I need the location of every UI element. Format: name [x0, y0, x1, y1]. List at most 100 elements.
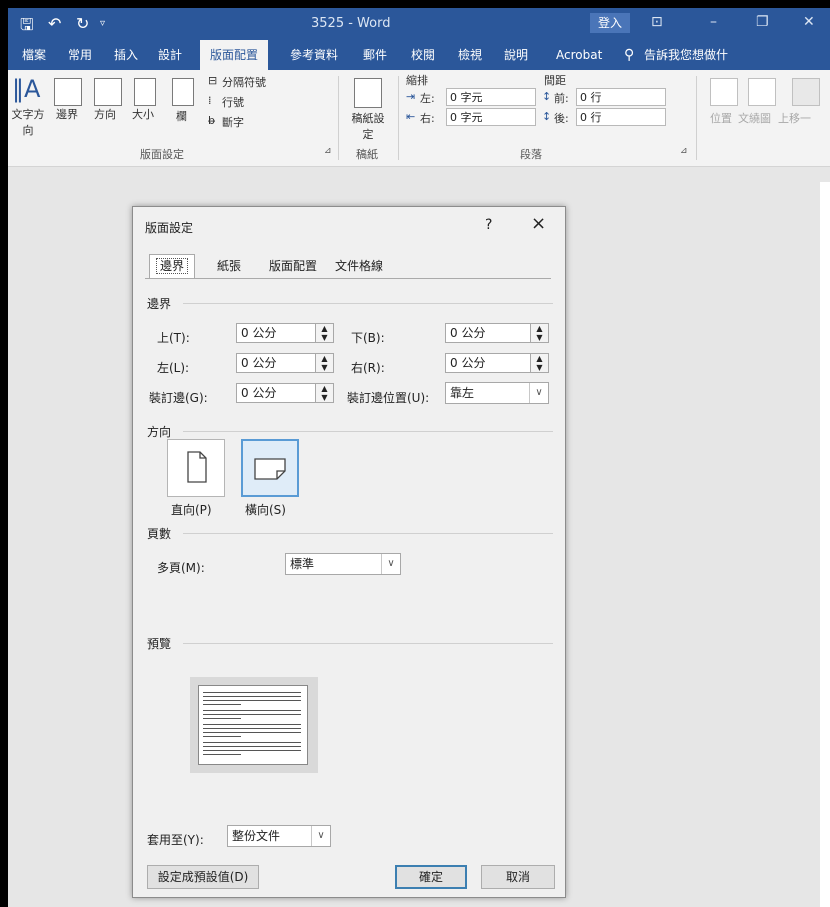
orientation-button[interactable]: 方向	[94, 106, 116, 122]
spacing-label: 間距	[544, 74, 566, 87]
bottom-margin-field[interactable]: 0 公分 ▲ ▼	[445, 323, 549, 343]
tab-file[interactable]: 檔案	[22, 40, 46, 70]
top-margin-label: 上(T):	[157, 331, 190, 345]
position-button[interactable]: 位置	[710, 110, 732, 126]
margins-icon[interactable]	[54, 78, 82, 106]
help-icon[interactable]: ?	[485, 217, 492, 233]
apply-to-select[interactable]: 整份文件 ∨	[227, 825, 331, 847]
preview-line	[203, 732, 301, 733]
ok-button[interactable]: 確定	[395, 865, 467, 889]
right-margin-field[interactable]: 0 公分 ▲ ▼	[445, 353, 549, 373]
tab-view[interactable]: 檢視	[458, 40, 482, 70]
cancel-button[interactable]: 取消	[481, 865, 555, 889]
preview-line	[203, 750, 301, 751]
preview-thumbnail	[190, 677, 318, 773]
spinner-icon[interactable]: ▲ ▼	[315, 354, 333, 372]
paragraph-launcher-icon[interactable]: ⊿	[680, 146, 688, 156]
portrait-page-icon	[187, 451, 207, 483]
space-after-label: 後:	[554, 112, 569, 125]
tab-paper[interactable]: 紙張	[211, 255, 247, 277]
close-icon[interactable]: ×	[531, 213, 546, 234]
preview-page	[198, 685, 308, 765]
wrap-text-button[interactable]: 文繞圖	[738, 110, 771, 126]
tab-baseline	[145, 278, 551, 279]
preview-line	[203, 696, 301, 697]
wrap-text-icon[interactable]	[748, 78, 776, 106]
document-page-edge	[820, 182, 830, 907]
chevron-down-icon: ∨	[529, 383, 548, 403]
gutter-position-select[interactable]: 靠左 ∨	[445, 382, 549, 404]
indent-right-spinner[interactable]: 0 字元	[446, 108, 536, 126]
spinner-icon[interactable]: ▲ ▼	[315, 384, 333, 402]
word-window: 🖫 ↶ ↻ ▿ 3525 - Word 登入 ⊡ – ❐ ✕ 檔案 常用 插入 …	[8, 8, 830, 907]
tab-document-grid[interactable]: 文件格線	[329, 255, 389, 277]
size-icon[interactable]	[134, 78, 156, 106]
tab-mailings[interactable]: 郵件	[363, 40, 387, 70]
spinner-icon[interactable]: ▲ ▼	[530, 324, 548, 342]
lightbulb-icon: ⚲	[624, 47, 635, 63]
signin-button[interactable]: 登入	[590, 13, 630, 33]
save-icon[interactable]: 🖫	[20, 14, 34, 41]
redo-icon[interactable]: ↻	[76, 14, 89, 33]
multiple-pages-label: 多頁(M):	[157, 561, 205, 575]
columns-button[interactable]: 欄	[176, 108, 187, 124]
tab-references[interactable]: 參考資料	[290, 40, 338, 70]
bottom-margin-label: 下(B):	[351, 331, 385, 345]
tab-home[interactable]: 常用	[68, 40, 92, 70]
group-divider	[183, 533, 553, 534]
space-after-spinner[interactable]: 0 行	[576, 108, 666, 126]
restore-icon[interactable]: ❐	[756, 14, 769, 30]
set-default-button[interactable]: 設定成預設值(D)	[147, 865, 259, 889]
tab-margins[interactable]: 邊界	[149, 254, 196, 279]
ribbon-display-icon[interactable]: ⊡	[651, 14, 663, 30]
tab-layout[interactable]: 版面配置	[263, 255, 323, 277]
group-divider	[183, 643, 553, 644]
page-setup-launcher-icon[interactable]: ⊿	[324, 146, 332, 156]
ribbon-separator	[696, 76, 697, 160]
position-icon[interactable]	[710, 78, 738, 106]
undo-icon[interactable]: ↶	[48, 14, 61, 33]
orientation-icon[interactable]	[94, 78, 122, 106]
columns-icon[interactable]	[172, 78, 194, 106]
draft-button[interactable]: 稿紙設定	[348, 110, 388, 142]
right-margin-label: 右(R):	[351, 361, 385, 375]
multiple-pages-select[interactable]: 標準 ∨	[285, 553, 401, 575]
preview-line	[203, 728, 301, 729]
spinner-icon[interactable]: ▲ ▼	[530, 354, 548, 372]
left-margin-field[interactable]: 0 公分 ▲ ▼	[236, 353, 334, 373]
tab-help[interactable]: 說明	[504, 40, 528, 70]
tab-insert[interactable]: 插入	[114, 40, 138, 70]
bring-forward-icon[interactable]	[792, 78, 820, 106]
gutter-label: 裝訂邊(G):	[149, 391, 208, 405]
spinner-icon[interactable]: ▲ ▼	[315, 324, 333, 342]
close-icon[interactable]: ✕	[803, 14, 815, 30]
space-after-icon: ↕	[542, 110, 552, 123]
text-direction-icon[interactable]: ‖A	[12, 76, 40, 102]
space-before-spinner[interactable]: 0 行	[576, 88, 666, 106]
landscape-option[interactable]	[241, 439, 299, 497]
tab-review[interactable]: 校閱	[411, 40, 435, 70]
line-numbers-button[interactable]: 行號	[222, 94, 244, 110]
space-after-value: 0 行	[580, 111, 602, 124]
draft-icon[interactable]	[354, 78, 382, 108]
bring-forward-button[interactable]: 上移一	[778, 110, 811, 126]
portrait-option[interactable]	[167, 439, 225, 497]
indent-left-spinner[interactable]: 0 字元	[446, 88, 536, 106]
top-margin-field[interactable]: 0 公分 ▲ ▼	[236, 323, 334, 343]
margins-button[interactable]: 邊界	[56, 106, 78, 122]
size-button[interactable]: 大小	[132, 106, 154, 122]
tab-layout[interactable]: 版面配置	[200, 40, 269, 70]
tab-design[interactable]: 設計	[158, 40, 182, 70]
tab-acrobat[interactable]: Acrobat	[556, 40, 602, 70]
tell-me-box[interactable]: 告訴我您想做什	[644, 40, 728, 70]
orientation-group-label: 方向	[147, 425, 172, 439]
tab-margins-label: 邊界	[156, 258, 189, 274]
top-margin-value: 0 公分	[241, 326, 277, 340]
hyphenation-button[interactable]: 斷字	[222, 114, 244, 130]
breaks-button[interactable]: 分隔符號	[222, 74, 266, 90]
minimize-icon[interactable]: –	[710, 14, 717, 30]
text-direction-button[interactable]: 文字方向	[10, 106, 46, 138]
gutter-field[interactable]: 0 公分 ▲ ▼	[236, 383, 334, 403]
preview-line	[203, 718, 241, 719]
customize-qat-icon[interactable]: ▿	[100, 18, 105, 29]
